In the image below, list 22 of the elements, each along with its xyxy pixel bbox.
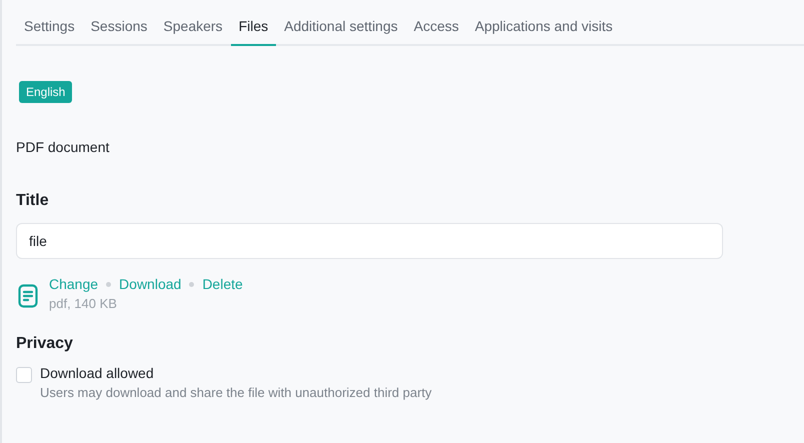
separator-dot bbox=[106, 282, 112, 286]
tab[interactable]: Speakers bbox=[155, 14, 231, 46]
field-label: Title bbox=[16, 192, 50, 210]
file-type-label: PDF document bbox=[16, 139, 110, 155]
file-action-link[interactable]: Change bbox=[49, 276, 98, 292]
checkbox[interactable] bbox=[16, 367, 32, 383]
title-input-field[interactable]: file bbox=[16, 223, 723, 259]
separator-dot bbox=[189, 282, 194, 286]
tab[interactable]: Sessions bbox=[82, 14, 156, 46]
tab[interactable]: Access bbox=[406, 14, 467, 46]
document-icon bbox=[18, 284, 38, 308]
section-heading: Privacy bbox=[16, 335, 74, 353]
language-badge[interactable]: English bbox=[19, 81, 72, 103]
file-action-link[interactable]: Download bbox=[119, 276, 182, 292]
file-action-link[interactable]: Delete bbox=[202, 276, 243, 292]
checkbox-label: Download allowed bbox=[40, 365, 155, 381]
tab[interactable]: Files bbox=[230, 14, 276, 46]
file-info: pdf, 140 KB bbox=[49, 296, 118, 311]
tab[interactable]: Settings bbox=[16, 14, 83, 46]
tab[interactable]: Applications and visits bbox=[466, 14, 621, 46]
checkbox-description: Users may download and share the file with unauthorized third party bbox=[40, 385, 432, 400]
tab[interactable]: Additional settings bbox=[276, 14, 406, 46]
